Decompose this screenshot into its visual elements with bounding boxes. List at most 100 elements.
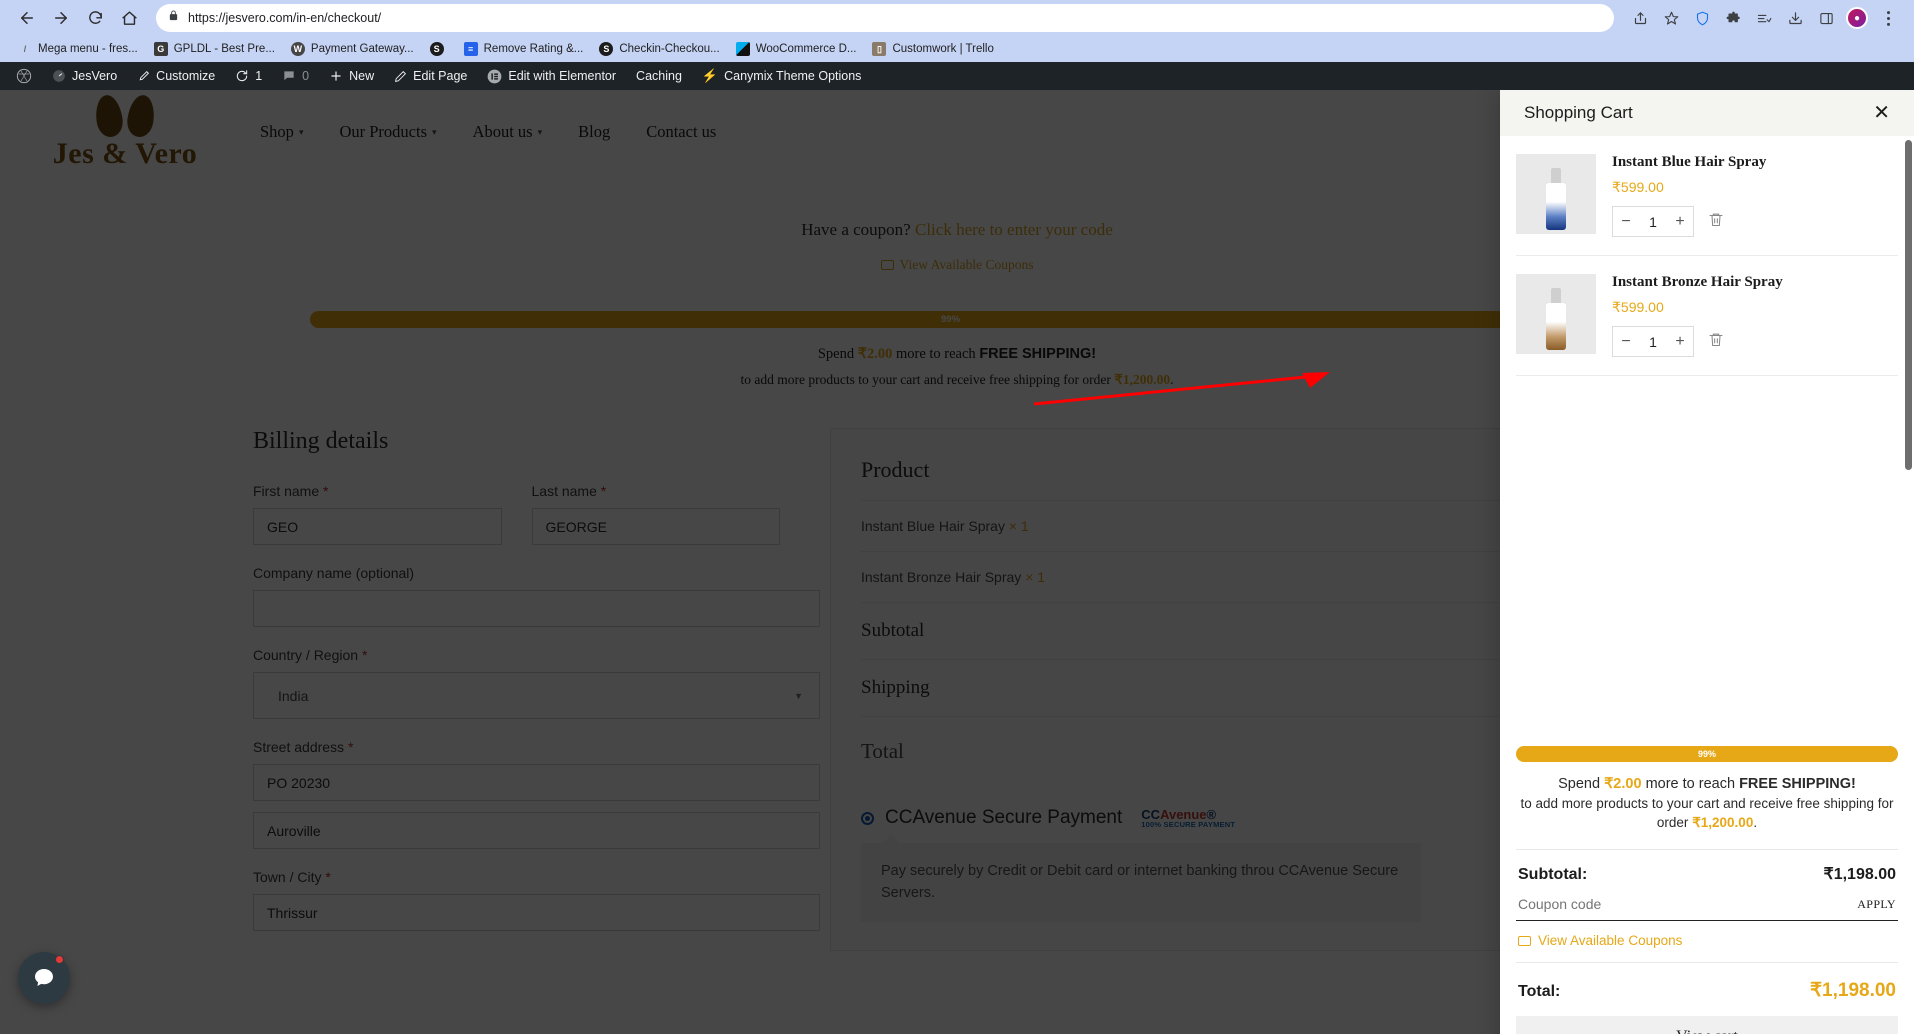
adminbar-comments[interactable]: 0 [272, 62, 319, 90]
chat-unread-dot [55, 955, 64, 964]
star-icon[interactable] [1657, 4, 1685, 32]
apply-coupon-button[interactable]: APPLY [1857, 897, 1896, 912]
browser-chrome: https://jesvero.com/in-en/checkout/ ● / … [0, 0, 1914, 62]
forward-arrow-icon[interactable] [46, 3, 76, 33]
cart-item-info: Instant Blue Hair Spray ₹599.00 − 1 + [1612, 154, 1898, 237]
bookmark-label: Mega menu - fres... [38, 43, 138, 55]
cart-item-price: ₹599.00 [1612, 179, 1664, 195]
three-dot-menu-icon[interactable] [1874, 4, 1902, 32]
cart-items-list: Instant Blue Hair Spray ₹599.00 − 1 + In… [1500, 136, 1914, 736]
adminbar-label: 1 [255, 69, 263, 83]
cart-spend-middle: more to reach [1645, 775, 1736, 792]
cart-view-coupons-label: View Available Coupons [1538, 933, 1683, 948]
bookmarks-bar: / Mega menu - fres... G GPLDL - Best Pre..… [0, 36, 1914, 62]
quantity-increase-button[interactable]: + [1667, 207, 1693, 236]
close-icon[interactable]: ✕ [1873, 103, 1890, 123]
view-cart-button[interactable]: View cart [1516, 1016, 1898, 1034]
bookmark-item[interactable]: WooCommerce D... [728, 40, 865, 58]
puzzle-icon[interactable] [1719, 4, 1747, 32]
trash-icon[interactable] [1708, 211, 1724, 233]
bookmark-favicon: W [290, 42, 305, 56]
bookmark-item[interactable]: ≡ Remove Rating &... [456, 40, 592, 58]
cart-subtotal-label: Subtotal: [1518, 866, 1588, 883]
bookmark-favicon: / [23, 43, 27, 54]
wordpress-admin-bar: JesVero Customize 1 0 New Edit Page Edit… [0, 62, 1914, 90]
bookmark-favicon [735, 42, 750, 56]
cart-footer: 99% Spend ₹2.00 more to reach FREE SHIPP… [1500, 736, 1914, 1034]
list-item: Instant Blue Hair Spray ₹599.00 − 1 + [1516, 136, 1898, 256]
adminbar-updates[interactable]: 1 [225, 62, 272, 90]
cart-subtotal-value: ₹1,198.00 [1823, 866, 1896, 883]
bookmark-favicon: S [429, 42, 444, 56]
cart-item-name[interactable]: Instant Bronze Hair Spray [1612, 274, 1898, 291]
ticket-icon [1518, 935, 1531, 946]
quantity-value[interactable]: 1 [1639, 334, 1667, 350]
adminbar-label: 0 [302, 69, 310, 83]
bookmark-favicon: S [599, 42, 614, 56]
profile-avatar[interactable]: ● [1843, 4, 1871, 32]
coupon-code-input[interactable] [1518, 896, 1858, 912]
cart-view-available-coupons-link[interactable]: View Available Coupons [1518, 933, 1896, 948]
trash-icon[interactable] [1708, 331, 1724, 353]
bookmark-item[interactable]: S [422, 40, 456, 58]
paintbrush-icon [137, 70, 150, 83]
cart-progress-percent-label: 99% [1697, 748, 1716, 759]
list-item: Instant Bronze Hair Spray ₹599.00 − 1 + [1516, 256, 1898, 376]
adminbar-caching[interactable]: Caching [626, 62, 692, 90]
cart-free-shipping-emphasis: FREE SHIPPING! [1739, 775, 1856, 792]
cart-total-value: ₹1,198.00 [1809, 980, 1896, 1001]
adminbar-site-name[interactable]: JesVero [42, 62, 127, 90]
cart-item-name[interactable]: Instant Blue Hair Spray [1612, 154, 1898, 171]
adminbar-customize[interactable]: Customize [127, 62, 225, 90]
quantity-stepper: − 1 + [1612, 206, 1694, 237]
adminbar-label: Edit with Elementor [508, 69, 617, 83]
quantity-stepper: − 1 + [1612, 326, 1694, 357]
home-icon[interactable] [114, 3, 144, 33]
adminbar-edit-with-elementor[interactable]: Edit with Elementor [477, 62, 626, 90]
bookmark-item[interactable]: W Payment Gateway... [283, 40, 422, 58]
adminbar-edit-page[interactable]: Edit Page [384, 62, 477, 90]
chat-widget-button[interactable] [18, 952, 70, 1004]
cart-item-controls: − 1 + [1612, 326, 1898, 357]
wordpress-logo-icon [16, 68, 32, 84]
adminbar-label: Customize [156, 69, 216, 83]
bronze-hair-spray-bottle [1546, 288, 1566, 350]
quantity-increase-button[interactable]: + [1667, 327, 1693, 356]
adminbar-label: New [349, 69, 375, 83]
cart-item-controls: − 1 + [1612, 206, 1898, 237]
bookmark-item[interactable]: / Mega menu - fres... [10, 40, 146, 58]
bookmark-item[interactable]: ▯ Customwork | Trello [864, 40, 1001, 58]
address-bar[interactable]: https://jesvero.com/in-en/checkout/ [156, 4, 1614, 32]
adminbar-canymix-theme-options[interactable]: ⚡ Canymix Theme Options [692, 62, 872, 90]
chat-bubble-icon [35, 969, 53, 986]
bookmark-label: Remove Rating &... [483, 43, 584, 55]
adminbar-new[interactable]: New [319, 62, 384, 90]
quantity-decrease-button[interactable]: − [1613, 327, 1639, 356]
shopping-cart-drawer: Shopping Cart ✕ Instant Blue Hair Spray … [1500, 90, 1914, 1034]
reading-list-icon[interactable] [1750, 4, 1778, 32]
browser-right-icons: ● [1626, 4, 1902, 32]
back-arrow-icon[interactable] [12, 3, 42, 33]
download-icon[interactable] [1781, 4, 1809, 32]
adminbar-label: Edit Page [413, 69, 468, 83]
side-panel-icon[interactable] [1812, 4, 1840, 32]
product-thumbnail[interactable] [1516, 274, 1596, 354]
share-icon[interactable] [1626, 4, 1654, 32]
bookmark-item[interactable]: G GPLDL - Best Pre... [146, 40, 283, 58]
bookmark-item[interactable]: S Checkin-Checkou... [591, 40, 727, 58]
shield-icon[interactable] [1688, 4, 1716, 32]
bookmark-favicon: ≡ [463, 42, 478, 56]
quantity-decrease-button[interactable]: − [1613, 207, 1639, 236]
product-thumbnail[interactable] [1516, 154, 1596, 234]
browser-toolbar: https://jesvero.com/in-en/checkout/ ● [0, 0, 1914, 36]
adminbar-label: Caching [636, 69, 682, 83]
lock-icon [168, 9, 179, 27]
bookmark-favicon: G [153, 42, 168, 56]
quantity-value[interactable]: 1 [1639, 214, 1667, 230]
adminbar-wordpress-logo[interactable] [6, 62, 42, 90]
cart-item-info: Instant Bronze Hair Spray ₹599.00 − 1 + [1612, 274, 1898, 357]
reload-icon[interactable] [80, 3, 110, 33]
cart-scrollbar[interactable] [1905, 140, 1912, 470]
adminbar-label: Canymix Theme Options [724, 69, 862, 83]
cart-header: Shopping Cart ✕ [1500, 90, 1914, 136]
